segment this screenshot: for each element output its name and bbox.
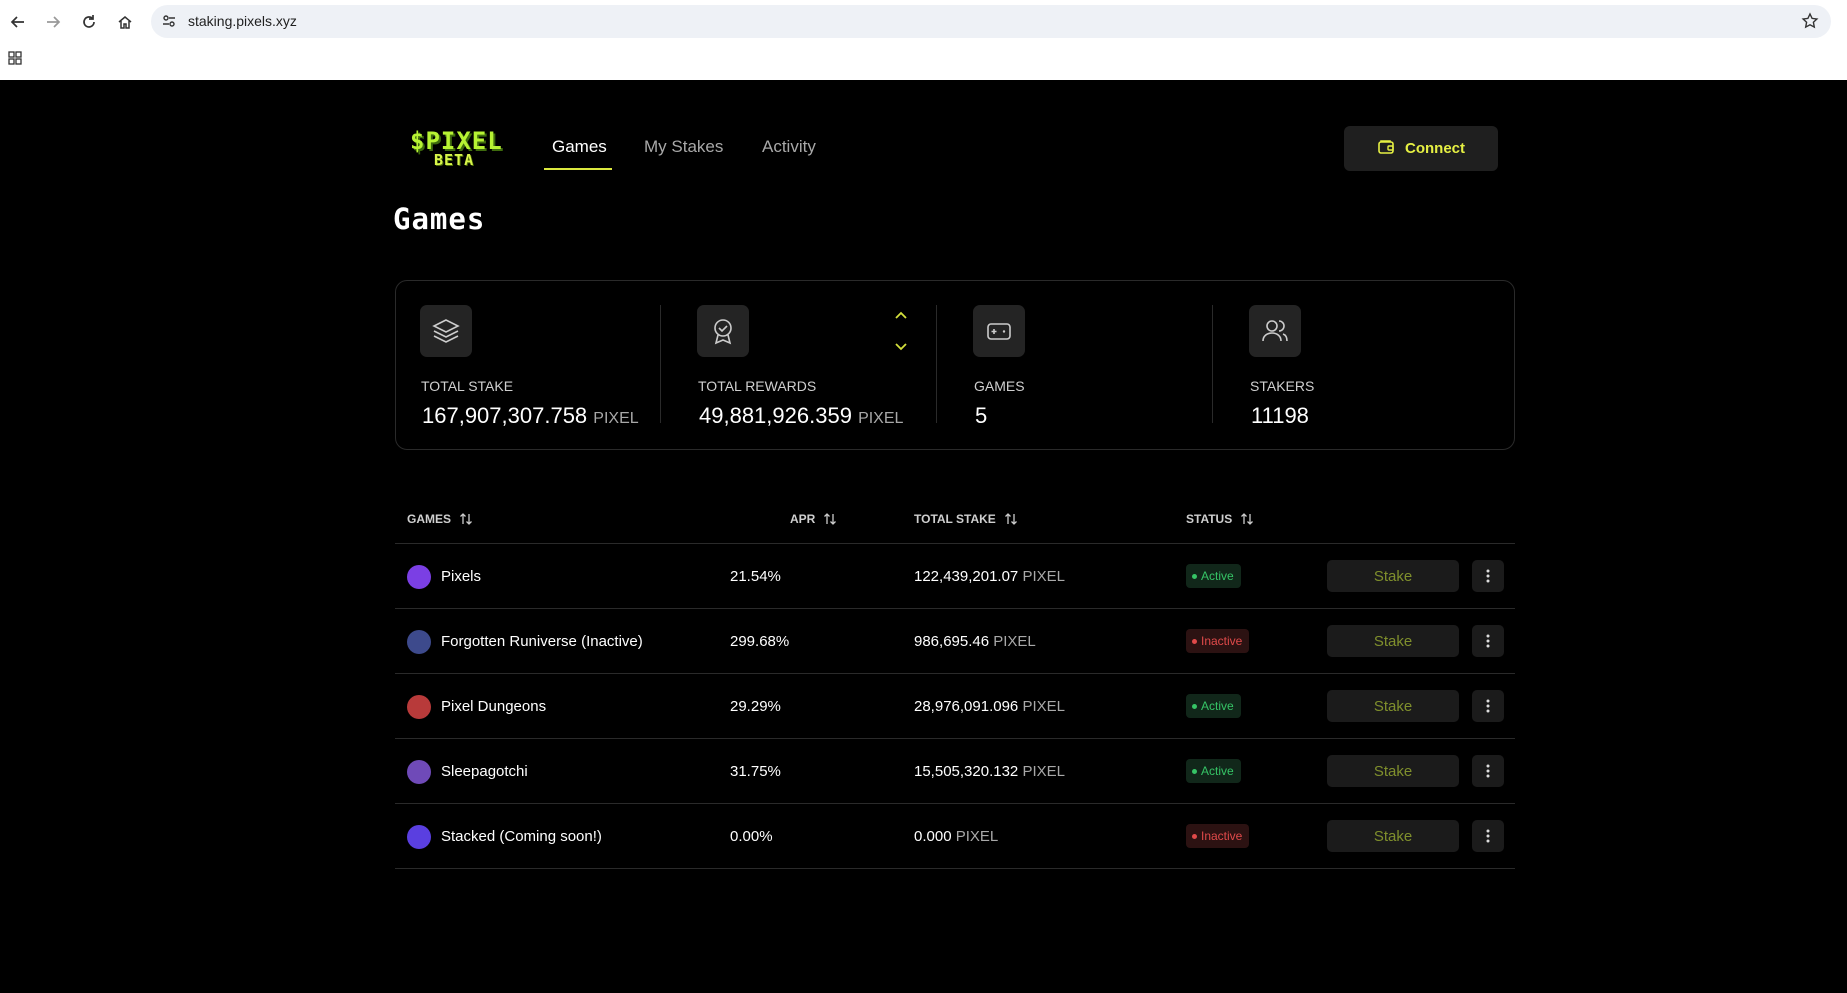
game-logo-icon [407, 760, 431, 784]
connect-label: Connect [1405, 140, 1465, 157]
stake-button[interactable]: Stake [1327, 755, 1459, 787]
apps-grid-icon[interactable] [8, 51, 22, 70]
status-badge: Inactive [1186, 824, 1250, 848]
more-options-icon[interactable] [1472, 755, 1504, 787]
pixel-beta-logo[interactable]: $PIXEL BETA [410, 127, 506, 169]
staking-page: $PIXEL BETA Games My Stakes Activity Con… [0, 80, 1847, 993]
wallet-icon [1377, 138, 1395, 160]
total-stake-value: 0.000 PIXEL [914, 828, 999, 845]
game-name[interactable]: Forgotten Runiverse (Inactive) [441, 633, 643, 650]
sort-icon [460, 513, 472, 525]
table-row: Stacked (Coming soon!) 0.00% 0.000 PIXEL… [395, 804, 1515, 869]
apr-value: 0.00% [730, 828, 773, 845]
total-stake-value: 28,976,091.096 PIXEL [914, 698, 1065, 715]
status-dot [1192, 703, 1197, 709]
status-dot [1192, 573, 1197, 579]
layers-icon [420, 305, 472, 357]
home-icon[interactable] [113, 10, 137, 34]
more-options-icon[interactable] [1472, 560, 1504, 592]
more-options-icon[interactable] [1472, 820, 1504, 852]
column-header-apr[interactable]: APR [790, 512, 837, 526]
status-dot [1192, 638, 1197, 644]
game-name[interactable]: Sleepagotchi [441, 763, 528, 780]
game-logo-icon [407, 825, 431, 849]
stat-label: GAMES [974, 378, 1025, 394]
status-dot [1192, 833, 1197, 839]
stat-value: 5 [975, 403, 988, 428]
nav-active-underline [544, 168, 612, 170]
game-logo-icon [407, 630, 431, 654]
browser-toolbar: staking.pixels.xyz [0, 0, 1847, 80]
stat-divider [1212, 305, 1213, 423]
table-row: Forgotten Runiverse (Inactive) 299.68% 9… [395, 609, 1515, 674]
table-row: Pixels 21.54% 122,439,201.07 PIXEL Activ… [395, 544, 1515, 609]
total-stake-value: 15,505,320.132 PIXEL [914, 763, 1065, 780]
stake-button[interactable]: Stake [1327, 820, 1459, 852]
apr-value: 29.29% [730, 698, 781, 715]
status-badge: Active [1186, 694, 1241, 718]
status-badge: Active [1186, 564, 1241, 588]
status-dot [1192, 768, 1197, 774]
stat-value: 49,881,926.359 PIXEL [699, 403, 904, 428]
gamepad-icon [973, 305, 1025, 357]
award-badge-icon [697, 305, 749, 357]
game-name[interactable]: Stacked (Coming soon!) [441, 828, 602, 845]
chevron-up-icon[interactable] [894, 307, 908, 325]
column-header-total-stake[interactable]: TOTAL STAKE [914, 512, 1018, 526]
sort-icon [824, 513, 837, 525]
more-options-icon[interactable] [1472, 690, 1504, 722]
nav-my-stakes[interactable]: My Stakes [644, 137, 723, 157]
games-table: GAMES APR TOTAL STAKE STATUS Pixels 21.5… [395, 486, 1515, 869]
stat-label: STAKERS [1250, 378, 1315, 394]
stake-button[interactable]: Stake [1327, 560, 1459, 592]
chevron-down-icon[interactable] [894, 339, 908, 357]
stat-divider [660, 305, 661, 423]
stake-button[interactable]: Stake [1327, 690, 1459, 722]
nav-activity[interactable]: Activity [762, 137, 816, 157]
stat-divider [936, 305, 937, 423]
back-icon[interactable] [6, 10, 30, 34]
column-header-games[interactable]: GAMES [407, 512, 473, 526]
game-logo-icon [407, 565, 431, 589]
stat-label: TOTAL REWARDS [698, 378, 817, 394]
connect-button[interactable]: Connect [1344, 126, 1498, 171]
stat-value: 11198 [1251, 403, 1309, 428]
sort-icon [1241, 513, 1254, 525]
site-settings-icon[interactable] [161, 13, 177, 34]
stake-button[interactable]: Stake [1327, 625, 1459, 657]
sort-icon [1004, 513, 1017, 525]
table-row: Sleepagotchi 31.75% 15,505,320.132 PIXEL… [395, 739, 1515, 804]
reload-icon[interactable] [77, 10, 101, 34]
more-options-icon[interactable] [1472, 625, 1504, 657]
users-icon [1249, 305, 1301, 357]
stat-value: 167,907,307.758 PIXEL [422, 403, 639, 428]
table-row: Pixel Dungeons 29.29% 28,976,091.096 PIX… [395, 674, 1515, 739]
game-logo-icon [407, 695, 431, 719]
logo-beta-text: BETA [434, 151, 475, 169]
table-header: GAMES APR TOTAL STAKE STATUS [395, 486, 1515, 544]
url-text: staking.pixels.xyz [188, 13, 297, 29]
status-badge: Inactive [1186, 629, 1250, 653]
bookmark-star-icon[interactable] [1801, 12, 1819, 35]
apr-value: 21.54% [730, 568, 781, 585]
forward-icon[interactable] [41, 10, 65, 34]
game-name[interactable]: Pixel Dungeons [441, 698, 546, 715]
apr-value: 31.75% [730, 763, 781, 780]
nav-games[interactable]: Games [552, 137, 607, 157]
address-bar[interactable]: staking.pixels.xyz [151, 5, 1831, 38]
stats-panel: TOTAL STAKE 167,907,307.758 PIXEL TOTAL … [395, 280, 1515, 450]
game-name[interactable]: Pixels [441, 568, 481, 585]
total-stake-value: 122,439,201.07 PIXEL [914, 568, 1065, 585]
status-badge: Active [1186, 759, 1241, 783]
total-stake-value: 986,695.46 PIXEL [914, 633, 1036, 650]
page-title: Games [393, 202, 486, 236]
column-header-status[interactable]: STATUS [1186, 512, 1254, 526]
stat-label: TOTAL STAKE [421, 378, 514, 394]
apr-value: 299.68% [730, 633, 790, 650]
